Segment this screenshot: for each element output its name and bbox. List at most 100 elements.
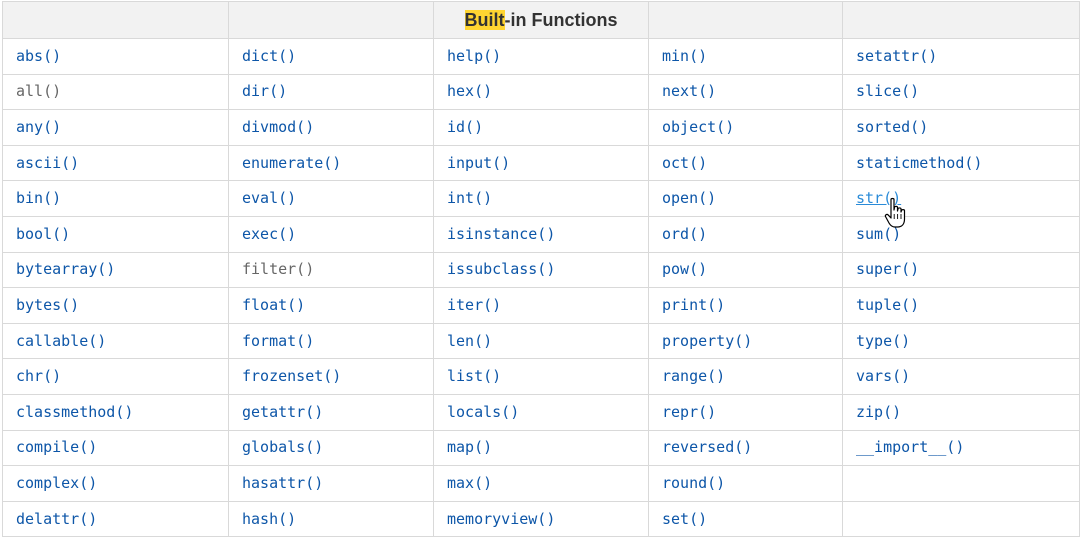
table-cell: complex() [2,465,229,502]
function-link-int[interactable]: int() [447,189,492,207]
function-link-globals[interactable]: globals() [242,438,323,456]
function-link-memoryview[interactable]: memoryview() [447,510,555,528]
function-link-object[interactable]: object() [662,118,734,136]
function-link-reversed[interactable]: reversed() [662,438,752,456]
function-link-callable[interactable]: callable() [16,332,106,350]
table-cell: map() [433,429,649,467]
function-link-bytes[interactable]: bytes() [16,296,79,314]
function-link-round[interactable]: round() [662,474,725,492]
title-rest: -in Functions [504,9,618,30]
function-link-set[interactable]: set() [662,510,707,528]
table-cell: oct() [648,144,843,182]
function-link-exec[interactable]: exec() [242,225,296,243]
table-cell: bool() [2,215,229,253]
function-link-setattr[interactable]: setattr() [856,47,937,65]
function-link-issubclass[interactable]: issubclass() [447,260,555,278]
function-link-chr[interactable]: chr() [16,367,61,385]
table-cell: float() [228,287,434,324]
header-empty-cell [2,1,229,39]
function-link-hex[interactable]: hex() [447,82,492,100]
table-row: classmethod() getattr() locals() repr() zip(… [2,393,1080,431]
function-link-help[interactable]: help() [447,47,501,65]
function-link-ord[interactable]: ord() [662,225,707,243]
empty-cell [842,500,1080,538]
table-row: ascii() enumerate() input() oct() staticmeth… [2,144,1080,182]
function-link-repr[interactable]: repr() [662,403,716,421]
table-cell: sum() [842,215,1080,253]
table-cell: str() [842,180,1080,217]
table-cell: issubclass() [433,251,649,289]
function-link-eval[interactable]: eval() [242,189,296,207]
function-link-input[interactable]: input() [447,154,510,172]
function-link-bytearray[interactable]: bytearray() [16,260,115,278]
function-link-compile[interactable]: compile() [16,438,97,456]
function-link-sum[interactable]: sum() [856,225,901,243]
function-link-next[interactable]: next() [662,82,716,100]
function-link-hash[interactable]: hash() [242,510,296,528]
function-link-filter[interactable]: filter() [242,260,314,278]
function-link-min[interactable]: min() [662,47,707,65]
function-link-dir[interactable]: dir() [242,82,287,100]
table-cell: max() [433,465,649,502]
function-link-pow[interactable]: pow() [662,260,707,278]
function-link-id[interactable]: id() [447,118,483,136]
function-link-all[interactable]: all() [16,82,61,100]
function-link-hasattr[interactable]: hasattr() [242,474,323,492]
table-cell: list() [433,358,649,395]
function-link-map[interactable]: map() [447,438,492,456]
function-link-zip[interactable]: zip() [856,403,901,421]
function-link-abs[interactable]: abs() [16,47,61,65]
function-link-isinstance[interactable]: isinstance() [447,225,555,243]
function-link-max[interactable]: max() [447,474,492,492]
table-cell: open() [648,180,843,217]
function-link-any[interactable]: any() [16,118,61,136]
function-link-open[interactable]: open() [662,189,716,207]
function-link-frozenset[interactable]: frozenset() [242,367,341,385]
function-link-bool[interactable]: bool() [16,225,70,243]
function-link-oct[interactable]: oct() [662,154,707,172]
function-link-slice[interactable]: slice() [856,82,919,100]
function-link-str[interactable]: str() [856,189,901,207]
table-cell: getattr() [228,393,434,431]
table-row: bin() eval() int() open() str() [2,180,1080,217]
table-cell: staticmethod() [842,144,1080,182]
function-link-print[interactable]: print() [662,296,725,314]
table-cell: dir() [228,73,434,111]
function-link-staticmethod[interactable]: staticmethod() [856,154,982,172]
function-link-enumerate[interactable]: enumerate() [242,154,341,172]
function-link-range[interactable]: range() [662,367,725,385]
function-link-divmod[interactable]: divmod() [242,118,314,136]
function-link-float[interactable]: float() [242,296,305,314]
function-link-type[interactable]: type() [856,332,910,350]
table-cell: round() [648,465,843,502]
table-cell: filter() [228,251,434,289]
function-link-complex[interactable]: complex() [16,474,97,492]
function-link-delattr[interactable]: delattr() [16,510,97,528]
table-cell: exec() [228,215,434,253]
function-link-len[interactable]: len() [447,332,492,350]
table-cell: tuple() [842,287,1080,324]
function-link-super[interactable]: super() [856,260,919,278]
function-link-sorted[interactable]: sorted() [856,118,928,136]
function-link-property[interactable]: property() [662,332,752,350]
table-row: bytearray() filter() issubclass() pow() supe… [2,251,1080,289]
table-cell: range() [648,358,843,395]
function-link-format[interactable]: format() [242,332,314,350]
table-cell: int() [433,180,649,217]
function-link-dict[interactable]: dict() [242,47,296,65]
function-link-locals[interactable]: locals() [447,403,519,421]
table-row: delattr() hash() memoryview() set() [2,500,1080,538]
table-cell: frozenset() [228,358,434,395]
function-link-ascii[interactable]: ascii() [16,154,79,172]
function-link-bin[interactable]: bin() [16,189,61,207]
function-link-import[interactable]: __import__() [856,438,964,456]
function-link-tuple[interactable]: tuple() [856,296,919,314]
table-row: any() divmod() id() object() sorted() [2,109,1080,146]
function-link-getattr[interactable]: getattr() [242,403,323,421]
table-cell: globals() [228,429,434,467]
function-link-vars[interactable]: vars() [856,367,910,385]
function-link-iter[interactable]: iter() [447,296,501,314]
function-link-list[interactable]: list() [447,367,501,385]
function-link-classmethod[interactable]: classmethod() [16,403,133,421]
table-row: complex() hasattr() max() round() [2,465,1080,502]
